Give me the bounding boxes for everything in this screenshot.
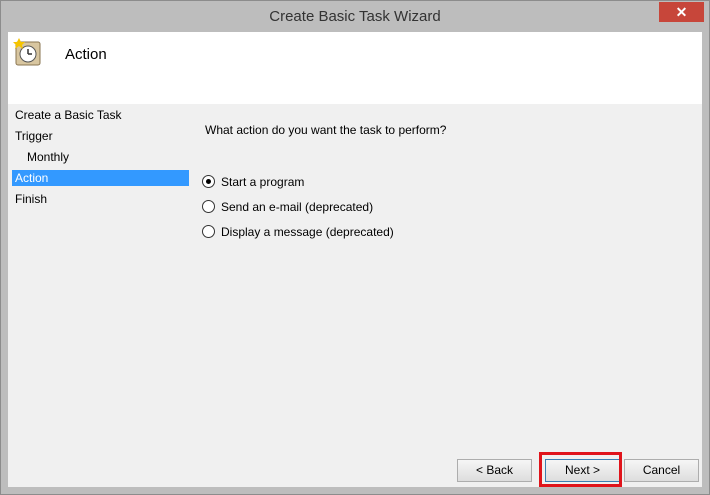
close-button[interactable]: ✕ xyxy=(659,2,704,22)
option-label: Display a message (deprecated) xyxy=(221,225,394,239)
radio-button[interactable] xyxy=(202,225,215,238)
cancel-button[interactable]: Cancel xyxy=(624,459,699,482)
option-label: Start a program xyxy=(221,175,305,189)
task-clock-icon xyxy=(13,38,41,66)
wizard-window: Create Basic Task Wizard ✕ Action Create… xyxy=(0,0,710,495)
option-label: Send an e-mail (deprecated) xyxy=(221,200,374,214)
step-create-basic-task[interactable]: Create a Basic Task xyxy=(12,107,189,123)
radio-button-selected[interactable] xyxy=(202,175,215,188)
step-monthly[interactable]: Monthly xyxy=(12,149,189,165)
radio-dot xyxy=(206,179,211,184)
back-button[interactable]: < Back xyxy=(457,459,532,482)
step-finish[interactable]: Finish xyxy=(12,191,189,207)
page-title: Action xyxy=(65,46,107,63)
action-question: What action do you want the task to perf… xyxy=(205,123,447,137)
title-bar: Create Basic Task Wizard ✕ xyxy=(1,1,709,33)
step-action[interactable]: Action xyxy=(12,170,189,186)
wizard-content: Create a Basic Task Trigger Monthly Acti… xyxy=(8,104,702,487)
wizard-steps: Create a Basic Task Trigger Monthly Acti… xyxy=(8,104,190,484)
radio-button[interactable] xyxy=(202,200,215,213)
wizard-header: Action xyxy=(8,32,702,104)
step-trigger[interactable]: Trigger xyxy=(12,128,189,144)
next-button[interactable]: Next > xyxy=(545,459,620,482)
window-title: Create Basic Task Wizard xyxy=(269,8,441,25)
close-icon: ✕ xyxy=(675,4,688,20)
